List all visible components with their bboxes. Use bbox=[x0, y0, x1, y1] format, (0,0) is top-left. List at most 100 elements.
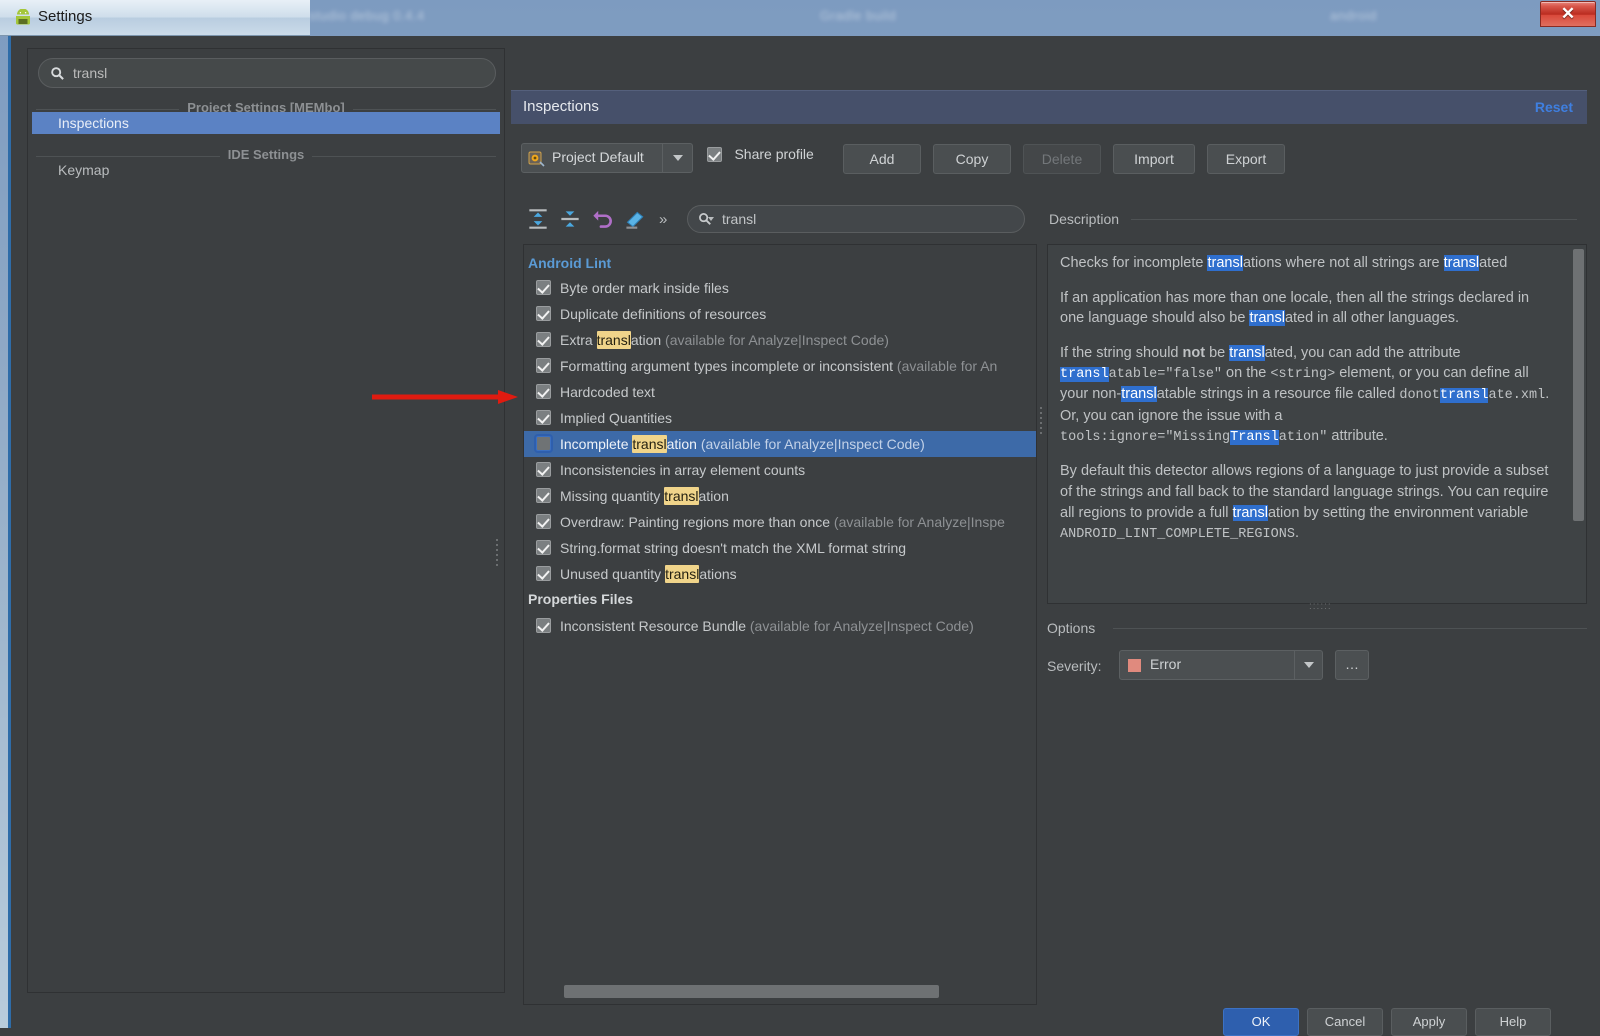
severity-dropdown-button[interactable] bbox=[1294, 651, 1322, 679]
import-button[interactable]: Import bbox=[1113, 144, 1195, 174]
options-section-header: Options bbox=[1047, 620, 1587, 636]
list-item-title: Overdraw: Painting regions more than onc… bbox=[560, 514, 830, 530]
inspections-header-bar: Inspections Reset bbox=[511, 90, 1587, 124]
list-item[interactable]: Duplicate definitions of resources bbox=[524, 301, 1037, 327]
list-item[interactable]: Byte order mark inside files bbox=[524, 275, 1037, 301]
add-button[interactable]: Add bbox=[843, 144, 921, 174]
profile-select-value: Project Default bbox=[552, 149, 644, 165]
import-button-label: Import bbox=[1134, 151, 1174, 167]
list-item[interactable]: Missing quantity translation bbox=[524, 483, 1037, 509]
inspection-checkbox[interactable] bbox=[536, 488, 551, 503]
list-item-title: Inconsistent Resource Bundle bbox=[560, 618, 746, 634]
clear-filter-icon[interactable] bbox=[621, 206, 647, 232]
category-properties-files[interactable]: Properties Files bbox=[528, 589, 633, 610]
expand-all-icon[interactable] bbox=[525, 206, 551, 232]
severity-select-value: Error bbox=[1150, 656, 1181, 672]
inspection-checkbox[interactable] bbox=[536, 462, 551, 477]
list-item-label: Byte order mark inside files bbox=[560, 275, 729, 301]
list-item[interactable]: Implied Quantities bbox=[524, 405, 1037, 431]
list-item-label: Duplicate definitions of resources bbox=[560, 301, 766, 327]
inspection-checkbox[interactable] bbox=[536, 566, 551, 581]
list-item-incomplete-translation[interactable]: Incomplete translation (available for An… bbox=[524, 431, 1037, 457]
inspection-checkbox[interactable] bbox=[536, 514, 551, 529]
profile-select[interactable]: Project Default bbox=[521, 143, 693, 173]
inspection-checkbox[interactable] bbox=[536, 358, 551, 373]
search-input[interactable]: transl bbox=[38, 58, 496, 88]
chevron-down-icon[interactable] bbox=[708, 217, 714, 221]
list-item[interactable]: Unused quantity translations bbox=[524, 561, 1037, 587]
delete-button-label: Delete bbox=[1042, 151, 1082, 167]
list-item-label: Overdraw: Painting regions more than onc… bbox=[560, 509, 1005, 535]
category-android-lint[interactable]: Android Lint bbox=[528, 253, 611, 274]
profile-dropdown-button[interactable] bbox=[662, 144, 692, 172]
severity-more-button[interactable]: … bbox=[1335, 650, 1369, 680]
inspection-checkbox[interactable] bbox=[536, 384, 551, 399]
list-item[interactable]: String.format string doesn't match the X… bbox=[524, 535, 1037, 561]
ok-button[interactable]: OK bbox=[1223, 1008, 1299, 1036]
export-button[interactable]: Export bbox=[1207, 144, 1285, 174]
collapse-all-icon[interactable] bbox=[557, 206, 583, 232]
inspection-checkbox[interactable] bbox=[536, 332, 551, 347]
pane-splitter-right[interactable] bbox=[1039, 404, 1045, 434]
copy-button-label: Copy bbox=[956, 151, 989, 167]
window-title: Settings bbox=[38, 8, 92, 25]
list-item[interactable]: Hardcoded text bbox=[524, 379, 1037, 405]
severity-label: Severity: bbox=[1047, 658, 1101, 674]
inspections-settings-pane: Inspections Reset Project Default bbox=[511, 48, 1587, 993]
sidebar-item-inspections-label: Inspections bbox=[58, 115, 129, 131]
list-item-label: Incomplete translation (available for An… bbox=[560, 431, 925, 457]
description-resize-grip[interactable]: :::::: bbox=[1309, 601, 1332, 612]
severity-select[interactable]: Error bbox=[1119, 650, 1323, 680]
window-titlebar[interactable]: Settings ✕ bbox=[0, 0, 1600, 36]
sidebar-item-keymap[interactable]: Keymap bbox=[32, 159, 500, 181]
reset-undo-icon[interactable] bbox=[589, 206, 615, 232]
copy-button[interactable]: Copy bbox=[933, 144, 1011, 174]
share-profile-label: Share profile bbox=[734, 146, 813, 162]
search-input-value: transl bbox=[73, 65, 107, 81]
android-icon bbox=[14, 9, 32, 27]
list-item[interactable]: Inconsistent Resource Bundle (available … bbox=[524, 613, 1037, 639]
list-item-suffix: (available for An bbox=[893, 358, 997, 374]
cancel-button[interactable]: Cancel bbox=[1307, 1008, 1383, 1036]
settings-navigation-pane: transl Project Settings [MEMbo] Inspecti… bbox=[27, 48, 505, 993]
list-item-title: Formatting argument types incomplete or … bbox=[560, 358, 893, 374]
apply-button[interactable]: Apply bbox=[1391, 1008, 1467, 1036]
toolbar-overflow-button[interactable]: » bbox=[659, 211, 667, 228]
list-item[interactable]: Overdraw: Painting regions more than onc… bbox=[524, 509, 1037, 535]
profile-icon bbox=[528, 150, 546, 168]
ok-button-label: OK bbox=[1252, 1014, 1271, 1029]
list-item[interactable]: Extra translation (available for Analyze… bbox=[524, 327, 1037, 353]
cancel-button-label: Cancel bbox=[1325, 1014, 1365, 1029]
severity-color-swatch bbox=[1128, 659, 1141, 672]
help-button[interactable]: Help bbox=[1475, 1008, 1551, 1036]
reset-link[interactable]: Reset bbox=[1535, 99, 1573, 115]
description-scrollbar[interactable] bbox=[1573, 249, 1584, 521]
inspection-checkbox[interactable] bbox=[536, 618, 551, 633]
settings-window: Settings ✕ transl Project Settings [MEMb… bbox=[0, 0, 1600, 1028]
list-item[interactable]: Formatting argument types incomplete or … bbox=[524, 353, 1037, 379]
inspection-checkbox[interactable] bbox=[536, 410, 551, 425]
chevron-down-icon bbox=[1304, 662, 1314, 668]
sidebar-item-inspections[interactable]: Inspections bbox=[32, 112, 500, 134]
chevron-down-icon bbox=[673, 155, 683, 161]
inspection-list[interactable]: Android Lint Byte order mark inside file… bbox=[523, 244, 1037, 1005]
list-item-label: Missing quantity translation bbox=[560, 483, 729, 509]
inspection-checkbox[interactable] bbox=[536, 540, 551, 555]
list-item-label: Inconsistencies in array element counts bbox=[560, 457, 805, 483]
close-icon[interactable]: ✕ bbox=[1540, 1, 1596, 27]
pane-splitter-left[interactable] bbox=[495, 536, 501, 566]
apply-button-label: Apply bbox=[1413, 1014, 1446, 1029]
inspection-checkbox[interactable] bbox=[536, 280, 551, 295]
description-paragraph-2: If an application has more than one loca… bbox=[1060, 288, 1552, 329]
list-item-suffix: (available for Analyze|Inspect Code) bbox=[746, 618, 974, 634]
inspection-checkbox[interactable] bbox=[536, 306, 551, 321]
incomplete-translation-checkbox[interactable] bbox=[536, 436, 551, 451]
list-item-label: String.format string doesn't match the X… bbox=[560, 535, 906, 561]
description-section-divider bbox=[1131, 219, 1577, 220]
add-button-label: Add bbox=[870, 151, 895, 167]
profile-toolbar: Project Default Share profile Add Copy D bbox=[511, 143, 1587, 177]
list-item-label: Extra translation (available for Analyze… bbox=[560, 327, 889, 353]
share-profile-checkbox[interactable]: Share profile bbox=[707, 146, 814, 170]
inspection-search-input[interactable]: transl bbox=[687, 205, 1025, 233]
list-item[interactable]: Inconsistencies in array element counts bbox=[524, 457, 1037, 483]
